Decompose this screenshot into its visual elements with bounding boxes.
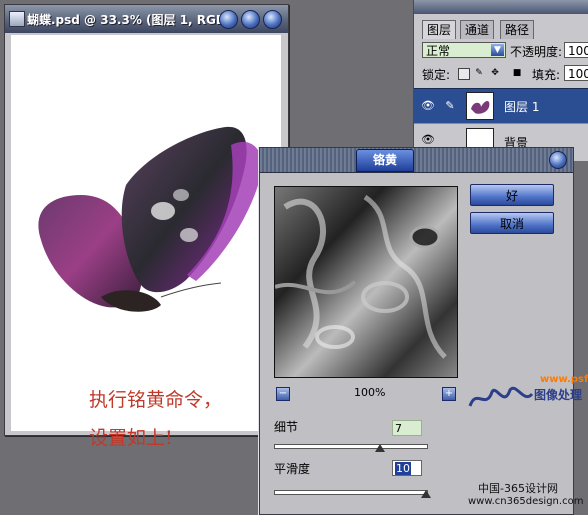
palette-title-bar[interactable] [414,0,588,14]
smoothness-value: 10 [395,462,411,475]
footer-site-name: 中国-365设计网 [478,482,558,495]
smoothness-label: 平滑度 [274,462,311,476]
brush-icon: ✎ [445,99,455,112]
maximize-button[interactable] [241,10,260,29]
document-canvas[interactable]: 执行铭黄命令， 设置如上! [11,35,281,449]
dialog-title: 铬黄 [356,149,414,172]
footer-site-url: www.cn365design.com [468,496,584,507]
watermark-site: www.psfe [540,374,588,385]
tab-channels[interactable]: 通道 [460,20,495,39]
close-button[interactable] [263,10,282,29]
document-title-bar[interactable]: 蝴蝶.psd @ 33.3% (图层 1, RGB) [5,5,288,33]
zoom-level: 100% [354,386,386,399]
caption-line-1: 执行铭黄命令， [89,389,223,411]
detail-slider-track[interactable] [274,444,428,449]
butterfly-thumbnail [471,101,490,114]
dialog-close-button[interactable] [549,151,567,169]
blend-mode-select[interactable]: 正常 ▼ [422,42,506,58]
zoom-out-icon[interactable]: − [276,387,290,401]
fill-input[interactable]: 100% [564,65,588,81]
detail-input[interactable]: 7 [392,420,422,436]
cancel-button[interactable]: 取消 [470,212,554,234]
lock-transparency-icon[interactable] [458,68,470,80]
layers-palette: 图层 通道 路径 正常 ▼ 不透明度: 100% 锁定: ✎ ✥ ■ 填充: 1… [413,0,588,161]
layer-row-layer1[interactable]: 👁 ✎ 图层 1 [414,88,588,123]
dialog-title-bar[interactable] [260,148,573,173]
opacity-input[interactable]: 100% [564,42,588,58]
smoothness-slider-track[interactable] [274,490,428,495]
butterfly-image [38,126,262,312]
detail-label: 细节 [274,420,299,434]
document-window: 蝴蝶.psd @ 33.3% (图层 1, RGB) 执行铭黄命令， 设置如上! [4,4,289,449]
chevron-down-icon: ▼ [491,44,504,56]
lock-all-icon[interactable]: ■ [512,68,522,78]
opacity-label: 不透明度: [510,45,563,59]
tab-layers[interactable]: 图层 [422,20,457,39]
photoshop-file-icon [9,11,25,27]
caption-line-2: 设置如上! [89,427,173,449]
tab-paths[interactable]: 路径 [500,20,535,39]
lock-brush-icon[interactable]: ✎ [474,68,484,78]
watermark-signature-logo [468,386,534,407]
document-title: 蝴蝶.psd @ 33.3% (图层 1, RGB) [27,13,231,27]
minimize-button[interactable] [219,10,238,29]
layer-name: 图层 1 [504,100,540,114]
eye-icon[interactable]: 👁 [420,100,436,112]
blend-mode-value: 正常 [426,44,451,58]
fill-label: 填充: [532,68,561,82]
lock-label: 锁定: [422,68,451,82]
chrome-filter-dialog: 铬黄 好 取消 − 100% + 细节 7 平滑度 10 [259,147,574,515]
lock-move-icon[interactable]: ✥ [490,68,500,78]
filter-preview[interactable] [274,186,458,378]
smoothness-slider-thumb[interactable] [421,490,431,498]
eye-icon[interactable]: 👁 [420,134,436,146]
layer-thumbnail [466,92,494,120]
chrome-preview-image [275,187,457,377]
zoom-in-icon[interactable]: + [442,387,456,401]
smoothness-input[interactable]: 10 [392,460,422,476]
watermark-text: 图像处理 [534,388,583,402]
ok-button[interactable]: 好 [470,184,554,206]
detail-slider-thumb[interactable] [375,444,386,452]
